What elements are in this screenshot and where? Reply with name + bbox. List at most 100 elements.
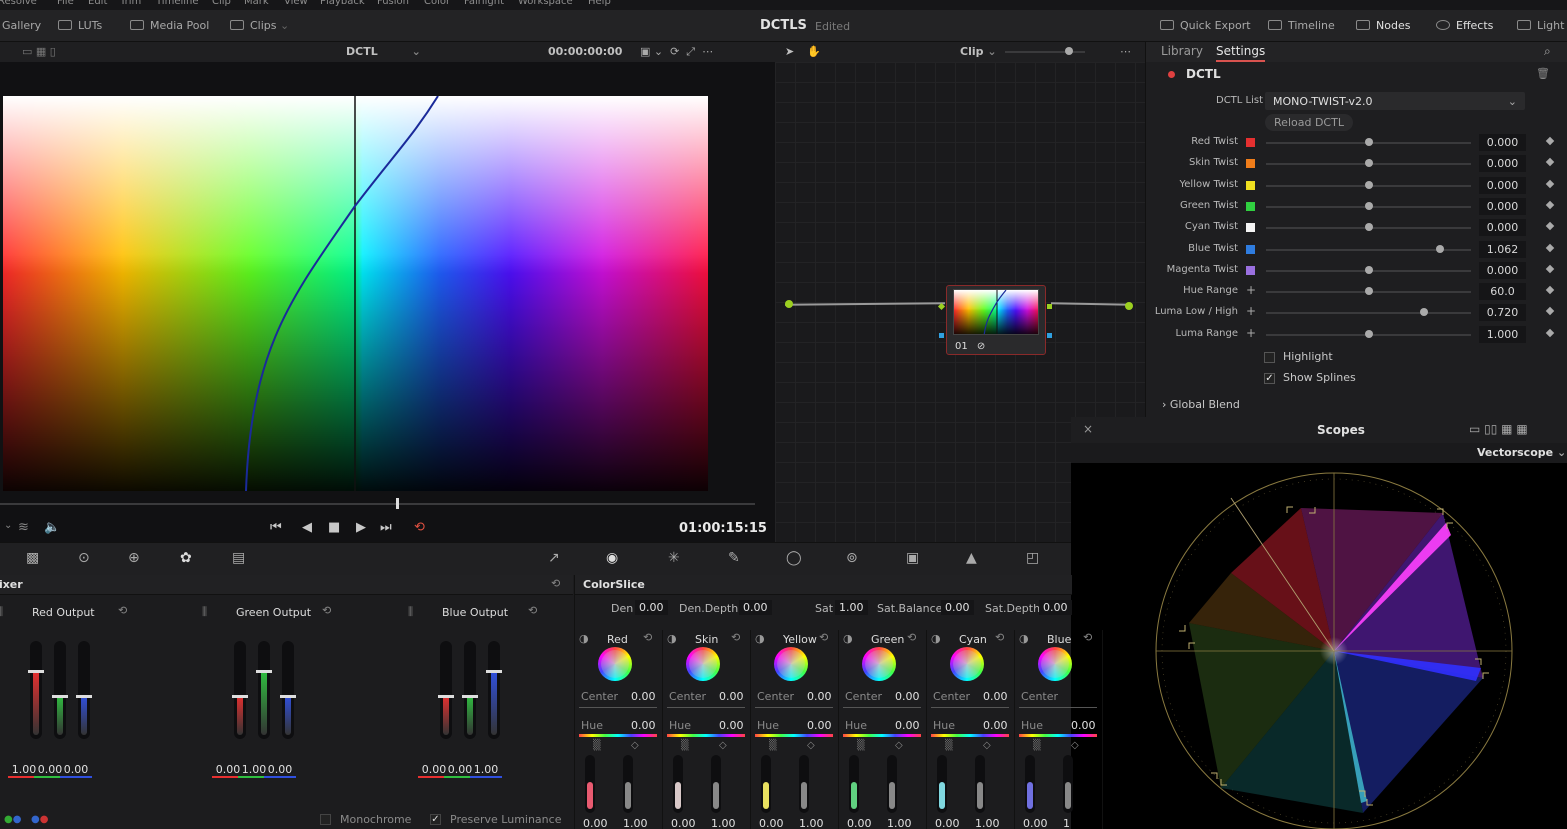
slice-color-wheel[interactable] <box>950 647 984 681</box>
link-icon[interactable]: ⫼ <box>0 605 3 619</box>
blur-icon[interactable]: ▲ <box>966 550 977 566</box>
param-value-field[interactable]: 1.000 <box>1479 325 1526 343</box>
show-splines-checkbox[interactable]: ✓ <box>1264 373 1275 384</box>
clips-button[interactable]: Clips ⌄ <box>230 19 289 32</box>
slice-toggle-icon[interactable]: ◑ <box>667 632 677 645</box>
slice-fader[interactable] <box>623 755 633 813</box>
slice-color-wheel[interactable] <box>1038 647 1072 681</box>
hand-icon[interactable]: ✋ <box>807 45 821 58</box>
node-key-output[interactable] <box>1047 333 1052 338</box>
menu-item-view[interactable]: View <box>284 0 308 7</box>
corrector-node[interactable]: 01 ⊘ <box>937 285 1052 355</box>
menu-item-playback[interactable]: Playback <box>320 0 365 7</box>
nodes-button[interactable]: Nodes <box>1356 19 1410 32</box>
slice-fader[interactable] <box>673 755 683 813</box>
param-value-field[interactable]: 60.0 <box>1479 283 1526 301</box>
slice-toggle-icon[interactable]: ◑ <box>931 632 941 645</box>
fader-handle[interactable] <box>438 694 454 698</box>
reset-icon[interactable]: ⟲ <box>322 604 331 617</box>
hue-value[interactable]: 0.00 <box>983 719 1008 732</box>
keyframe-diamond-icon[interactable] <box>1545 328 1555 337</box>
hue-value[interactable]: 0.00 <box>631 719 656 732</box>
center-slider[interactable] <box>579 707 657 708</box>
fader-handle[interactable] <box>52 694 68 698</box>
timeline-button[interactable]: Timeline <box>1268 19 1335 32</box>
hue-slider[interactable] <box>931 734 1009 737</box>
center-value[interactable]: 0.00 <box>631 690 656 703</box>
magic-mask-icon[interactable]: ▣ <box>906 550 919 566</box>
colorslice-icon[interactable]: ◉ <box>606 550 618 566</box>
search-icon[interactable]: ⌕ <box>1544 44 1551 59</box>
center-slider[interactable] <box>667 707 745 708</box>
timecode-in[interactable]: 00:00:00:00 <box>548 45 622 58</box>
stack-icon[interactable]: ≋ <box>18 520 29 535</box>
audio-chevron-icon[interactable]: ⌄ <box>4 520 12 531</box>
sat-value[interactable]: 1.00 <box>835 600 868 615</box>
center-slider[interactable] <box>931 707 1009 708</box>
param-slider-knob[interactable] <box>1364 265 1373 274</box>
mixer-fader[interactable] <box>234 641 246 739</box>
clip-mode-select[interactable]: Clip ⌄ <box>960 45 997 58</box>
viewer-tool-icons[interactable]: ▣ ⌄ ⟳ ⤢ ⋯ <box>640 45 713 59</box>
param-slider-knob[interactable] <box>1364 223 1373 232</box>
hue-slider[interactable] <box>667 734 745 737</box>
center-value[interactable]: 0.00 <box>719 690 744 703</box>
keyframe-diamond-icon[interactable] <box>1545 179 1555 188</box>
menu-item-clip[interactable]: Clip <box>212 0 231 7</box>
slice-density-value[interactable]: 0.00 <box>847 817 872 829</box>
center-value[interactable]: 0.00 <box>807 690 832 703</box>
output-connector[interactable] <box>1125 302 1133 310</box>
den-depth-value[interactable]: 0.00 <box>739 600 772 615</box>
hue-slider[interactable] <box>579 734 657 737</box>
preserve-luminance-checkbox[interactable]: ✓ <box>430 814 441 825</box>
close-icon[interactable]: × <box>1083 422 1093 436</box>
node-key-input[interactable] <box>939 333 944 338</box>
luts-button[interactable]: LUTs <box>58 19 102 32</box>
highlight-checkbox[interactable] <box>1264 352 1275 363</box>
slice-fader[interactable] <box>887 755 897 813</box>
media-pool-button[interactable]: Media Pool <box>130 19 209 32</box>
rgb-mixer-icon[interactable]: ▤ <box>232 550 245 566</box>
slice-fader[interactable] <box>799 755 809 813</box>
mixer-fader[interactable] <box>30 641 42 739</box>
menu-item-help[interactable]: Help <box>588 0 611 7</box>
param-value-field[interactable]: 0.000 <box>1479 197 1526 215</box>
curves-icon[interactable]: ↗ <box>548 550 560 566</box>
param-value-field[interactable]: 0.000 <box>1479 134 1526 151</box>
slice-fader[interactable] <box>1025 755 1035 813</box>
hue-slider[interactable] <box>755 734 833 737</box>
menu-item-mark[interactable]: Mark <box>244 0 269 7</box>
slice-color-wheel[interactable] <box>862 647 896 681</box>
slice-density-value[interactable]: 0.00 <box>759 817 784 829</box>
tab-settings[interactable]: Settings <box>1216 44 1266 62</box>
param-slider-knob[interactable] <box>1364 138 1373 146</box>
gallery-button[interactable]: Gallery <box>2 19 41 32</box>
tracker-icon[interactable]: ⊚ <box>846 550 858 566</box>
slice-color-wheel[interactable] <box>774 647 808 681</box>
qualifier-icon[interactable]: ✎ <box>728 550 740 566</box>
source-connector[interactable] <box>785 300 793 308</box>
slice-toggle-icon[interactable]: ◑ <box>579 632 589 645</box>
center-value[interactable]: 0.00 <box>983 690 1008 703</box>
more-options-icon[interactable]: ⋯ <box>1120 45 1131 58</box>
param-slider-knob[interactable] <box>1364 287 1373 296</box>
slice-toggle-icon[interactable]: ◑ <box>1019 632 1029 645</box>
slice-fader[interactable] <box>849 755 859 813</box>
hue-slider[interactable] <box>843 734 921 737</box>
viewer-layout-icons[interactable]: ▭ ▦ ▯ <box>22 45 56 58</box>
mixer-fader[interactable] <box>78 641 90 739</box>
play-reverse-icon[interactable]: ◀ <box>302 520 312 535</box>
slice-toggle-icon[interactable]: ◑ <box>843 632 853 645</box>
mixer-value[interactable]: 1.00 <box>470 763 502 778</box>
param-slider-knob[interactable] <box>1364 180 1373 189</box>
slice-fader[interactable] <box>1063 755 1073 813</box>
menu-item-fairlight[interactable]: Fairlight <box>464 0 504 7</box>
slice-fader[interactable] <box>975 755 985 813</box>
reload-dctl-button[interactable]: Reload DCTL <box>1265 114 1353 131</box>
mixer-fader[interactable] <box>54 641 66 739</box>
menu-item-resolve[interactable]: Resolve <box>0 0 37 7</box>
keyframe-diamond-icon[interactable] <box>1545 243 1555 252</box>
zoom-slider-knob[interactable] <box>1065 47 1073 55</box>
param-value-field[interactable]: 1.062 <box>1479 240 1526 258</box>
quick-export-button[interactable]: Quick Export <box>1160 19 1251 32</box>
